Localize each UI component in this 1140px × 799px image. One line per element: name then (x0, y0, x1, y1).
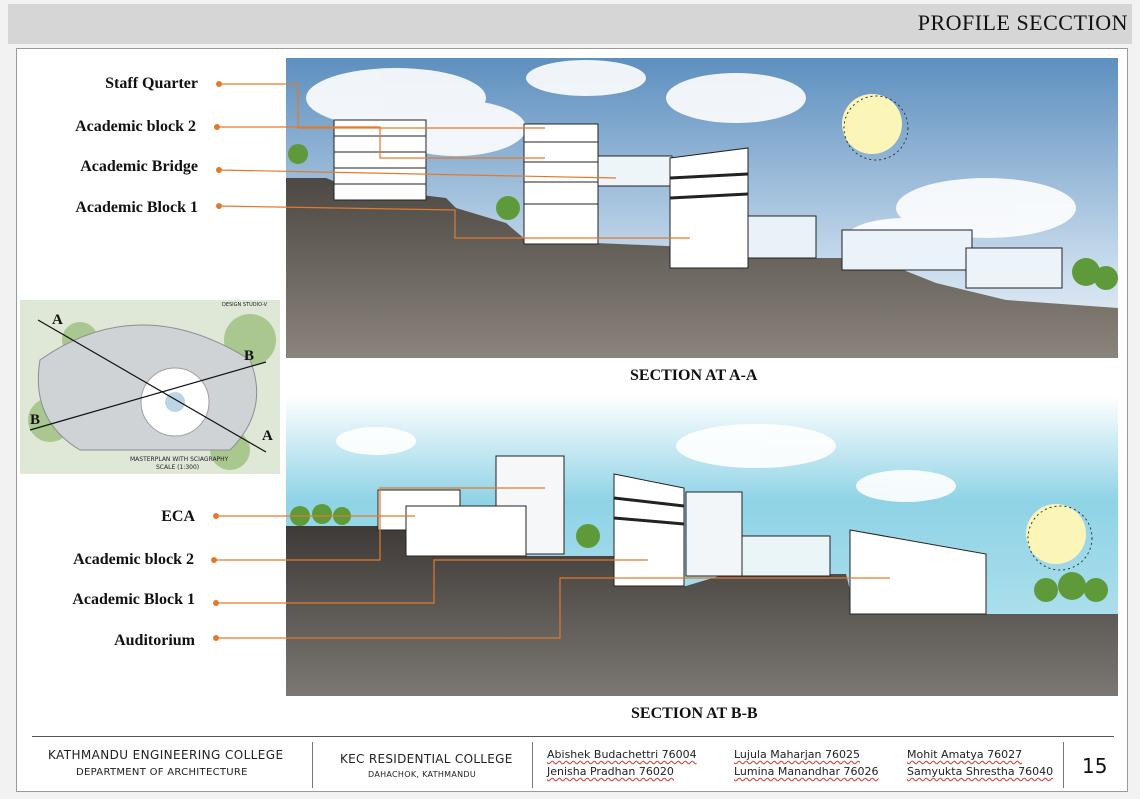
team-member: Lumina Manandhar 76026 (734, 765, 879, 778)
leader-dot (214, 124, 220, 130)
page-number: 15 (1082, 754, 1108, 778)
leader-dot (213, 513, 219, 519)
footer-separator (312, 742, 313, 788)
team-member: Mohit Amatya 76027 (907, 748, 1023, 761)
masterplan-scale: SCALE (1:300) (156, 464, 200, 471)
label-auditorium: Auditorium (114, 632, 195, 649)
label-staff-quarter: Staff Quarter (105, 75, 198, 92)
masterplan-studio: DESIGN STUDIO-V (222, 302, 268, 308)
team-member: Lujula Maharjan 76025 (734, 748, 860, 761)
team-member: Abishek Budachettri 76004 (547, 748, 697, 761)
caption-section-bb: SECTION AT B-B (631, 705, 758, 722)
marker-b-right: B (244, 348, 255, 364)
college-name: KATHMANDU ENGINEERING COLLEGE (48, 748, 284, 762)
label-academic-bridge: Academic Bridge (80, 158, 198, 175)
label-academic-block-1-bb: Academic Block 1 (72, 591, 195, 608)
leader-dot (213, 635, 219, 641)
leader-dot (216, 167, 222, 173)
leader-dot (216, 203, 222, 209)
label-academic-block-2-bb: Academic block 2 (73, 551, 194, 568)
footer-separator (1063, 742, 1064, 788)
team-member: Jenisha Pradhan 76020 (547, 765, 674, 778)
leader-dot (213, 600, 219, 606)
marker-a-top: A (52, 312, 63, 328)
footer-rule (32, 736, 1114, 737)
project-name: KEC RESIDENTIAL COLLEGE (340, 752, 513, 766)
team-member: Samyukta Shrestha 76040 (907, 765, 1054, 778)
marker-b-left: B (30, 412, 41, 428)
footer-separator (532, 742, 533, 788)
marker-a-bottom: A (262, 428, 273, 444)
label-academic-block-1-aa: Academic Block 1 (75, 199, 198, 216)
leader-dot (211, 557, 217, 563)
caption-section-aa: SECTION AT A-A (630, 367, 758, 384)
label-eca: ECA (161, 508, 195, 525)
leader-dot (216, 81, 222, 87)
label-academic-block-2-aa: Academic block 2 (75, 118, 196, 135)
masterplan-caption: MASTERPLAN WITH SCIAGRAPHY (130, 456, 229, 463)
project-location: DAHACHOK, KATHMANDU (368, 770, 477, 779)
department-name: DEPARTMENT OF ARCHITECTURE (76, 767, 248, 778)
